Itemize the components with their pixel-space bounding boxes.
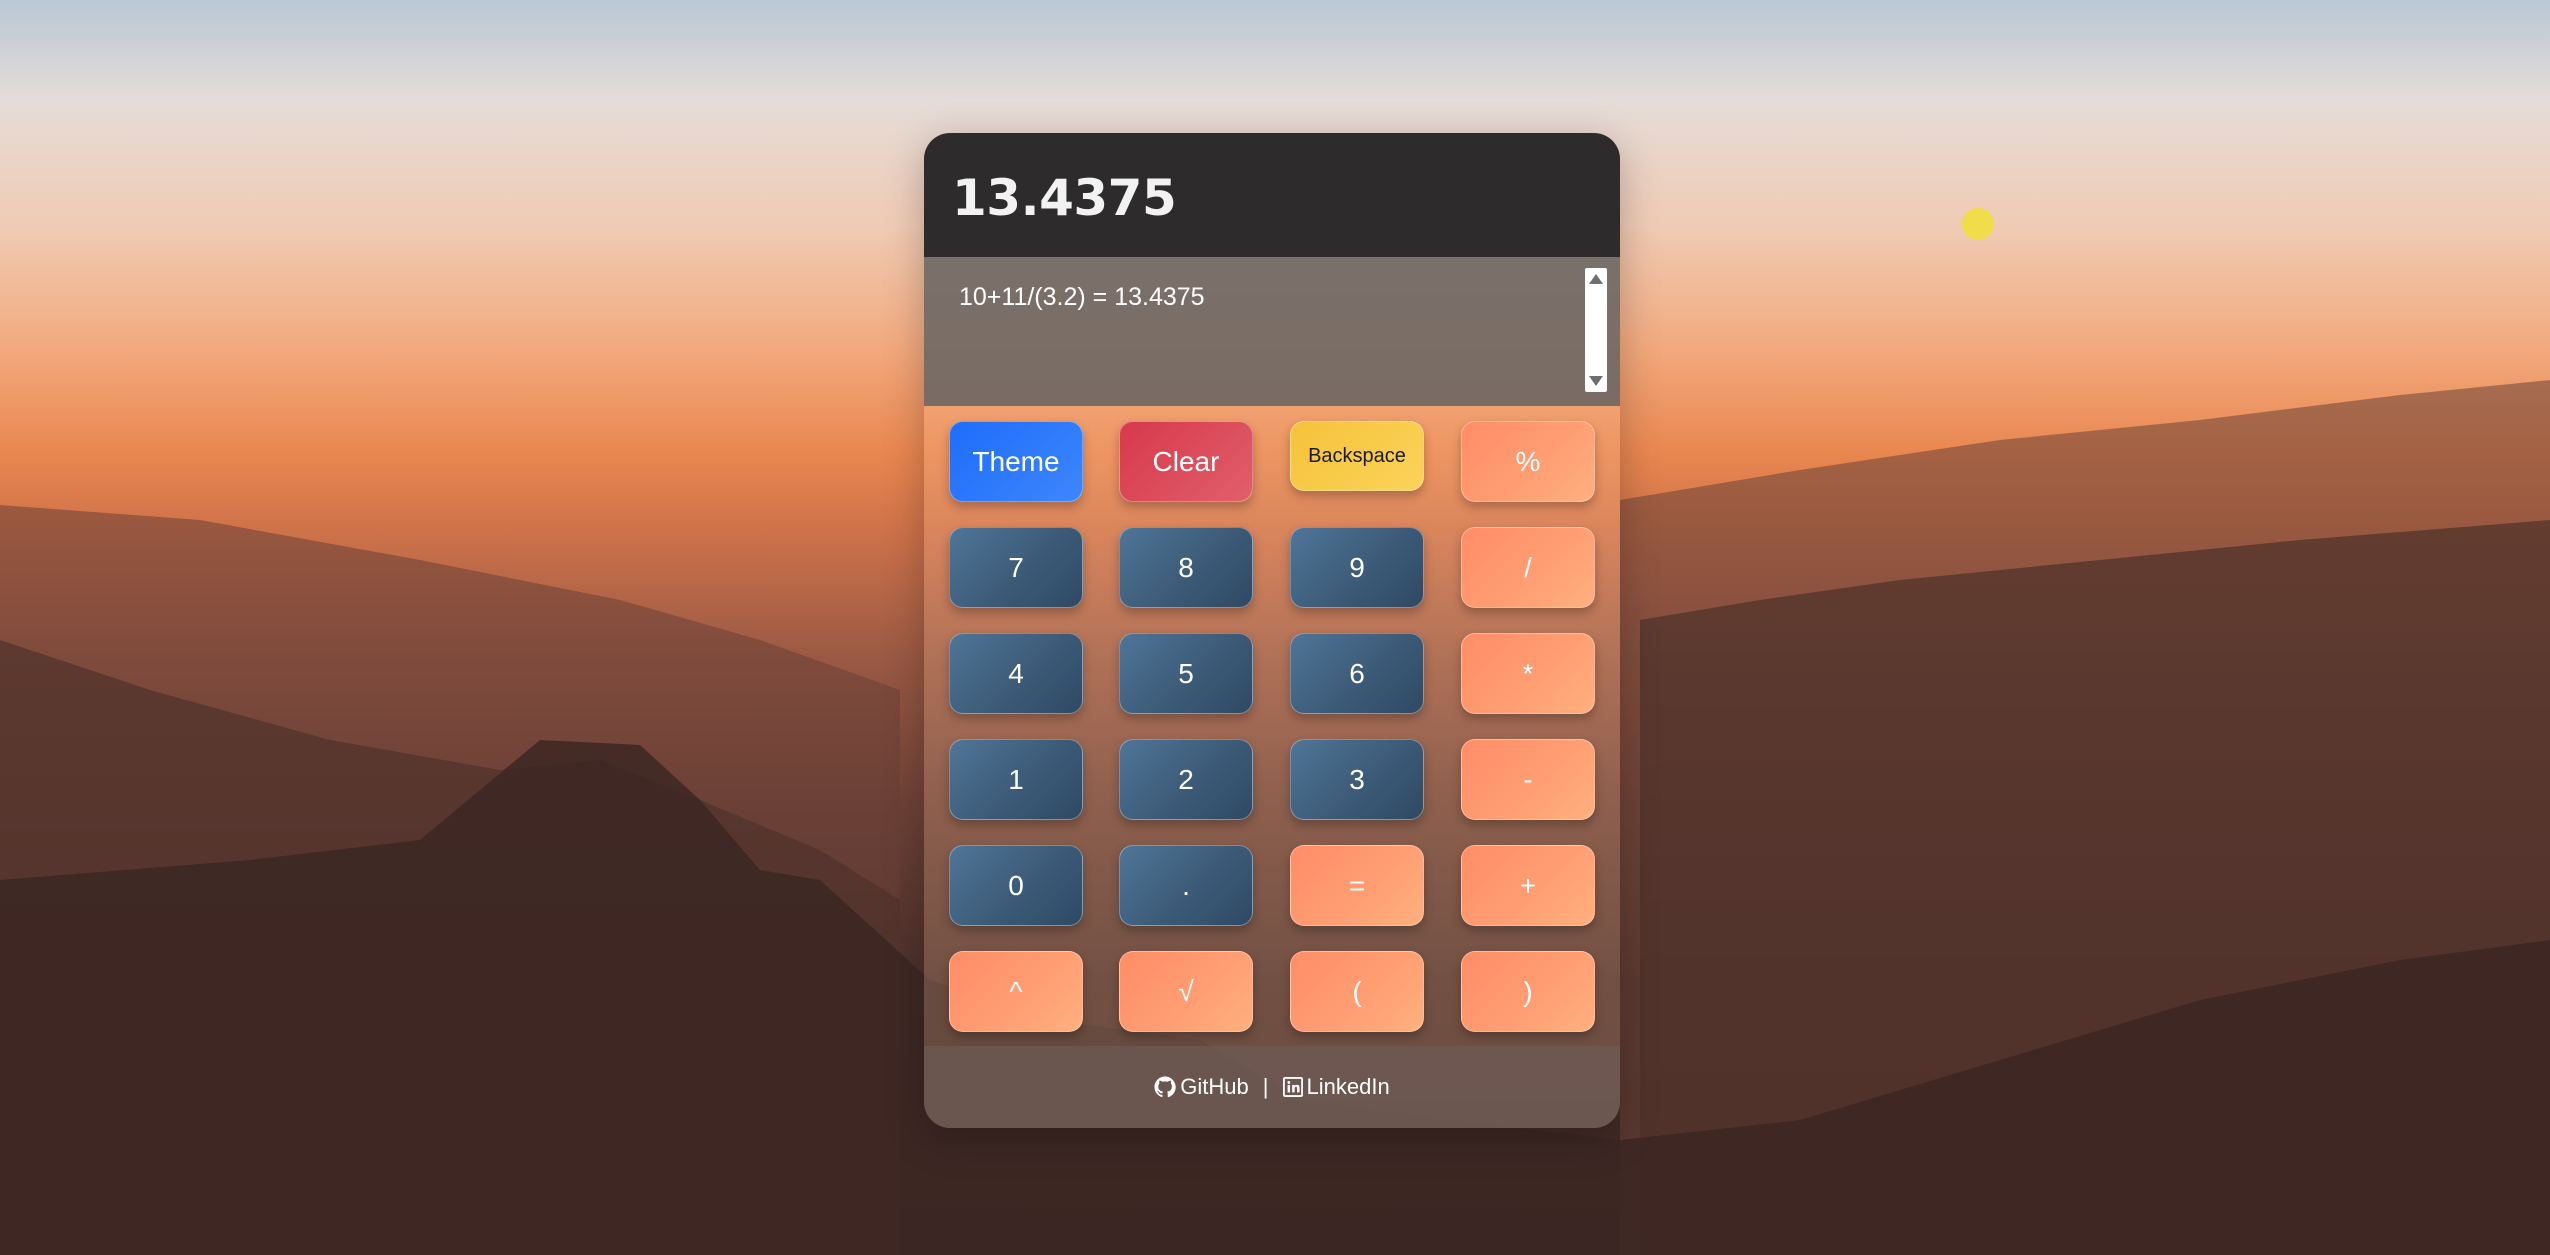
history-scrollbar[interactable] bbox=[1585, 268, 1607, 392]
footer-separator: | bbox=[1262, 1074, 1269, 1099]
plus-button[interactable]: + bbox=[1461, 845, 1595, 926]
seven-button[interactable]: 7 bbox=[949, 527, 1083, 608]
multiply-button[interactable]: * bbox=[1461, 633, 1595, 714]
nine-button[interactable]: 9 bbox=[1290, 527, 1424, 608]
linkedin-icon bbox=[1282, 1077, 1303, 1097]
footer: GitHub | LinkedIn bbox=[924, 1046, 1620, 1128]
sun-dot bbox=[1962, 208, 1994, 240]
github-icon bbox=[1154, 1076, 1177, 1098]
equals-button[interactable]: = bbox=[1290, 845, 1424, 926]
history-entry: 10+11/(3.2) = 13.4375 bbox=[959, 283, 1205, 311]
decimal-button[interactable]: . bbox=[1119, 845, 1253, 926]
percent-button[interactable]: % bbox=[1461, 421, 1595, 502]
close-paren-button[interactable]: ) bbox=[1461, 951, 1595, 1032]
open-paren-button[interactable]: ( bbox=[1290, 951, 1424, 1032]
eight-button[interactable]: 8 bbox=[1119, 527, 1253, 608]
github-link[interactable]: GitHub bbox=[1154, 1074, 1249, 1100]
zero-button[interactable]: 0 bbox=[949, 845, 1083, 926]
three-button[interactable]: 3 bbox=[1290, 739, 1424, 820]
sqrt-button[interactable]: √ bbox=[1119, 951, 1253, 1032]
minus-button[interactable]: - bbox=[1461, 739, 1595, 820]
linkedin-link[interactable]: LinkedIn bbox=[1282, 1074, 1390, 1100]
history-panel[interactable]: 10+11/(3.2) = 13.4375 bbox=[924, 257, 1620, 406]
theme-button[interactable]: Theme bbox=[949, 421, 1083, 502]
one-button[interactable]: 1 bbox=[949, 739, 1083, 820]
scroll-down-arrow-icon[interactable] bbox=[1589, 376, 1603, 386]
two-button[interactable]: 2 bbox=[1119, 739, 1253, 820]
github-label: GitHub bbox=[1180, 1074, 1249, 1099]
five-button[interactable]: 5 bbox=[1119, 633, 1253, 714]
keypad: Theme Clear Backspace % 7 8 9 / 4 5 6 * 1 2 3- 0. = +… bbox=[924, 406, 1620, 1046]
display-value: 13.4375 bbox=[952, 169, 1177, 227]
four-button[interactable]: 4 bbox=[949, 633, 1083, 714]
divide-button[interactable]: / bbox=[1461, 527, 1595, 608]
power-button[interactable]: ^ bbox=[949, 951, 1083, 1032]
scroll-up-arrow-icon[interactable] bbox=[1589, 274, 1603, 284]
clear-button[interactable]: Clear bbox=[1119, 421, 1253, 502]
calculator: 13.4375 10+11/(3.2) = 13.4375 Theme Clea… bbox=[924, 133, 1620, 1128]
backspace-button[interactable]: Backspace bbox=[1290, 421, 1424, 491]
linkedin-label: LinkedIn bbox=[1306, 1074, 1390, 1099]
six-button[interactable]: 6 bbox=[1290, 633, 1424, 714]
result-display: 13.4375 bbox=[924, 133, 1620, 257]
